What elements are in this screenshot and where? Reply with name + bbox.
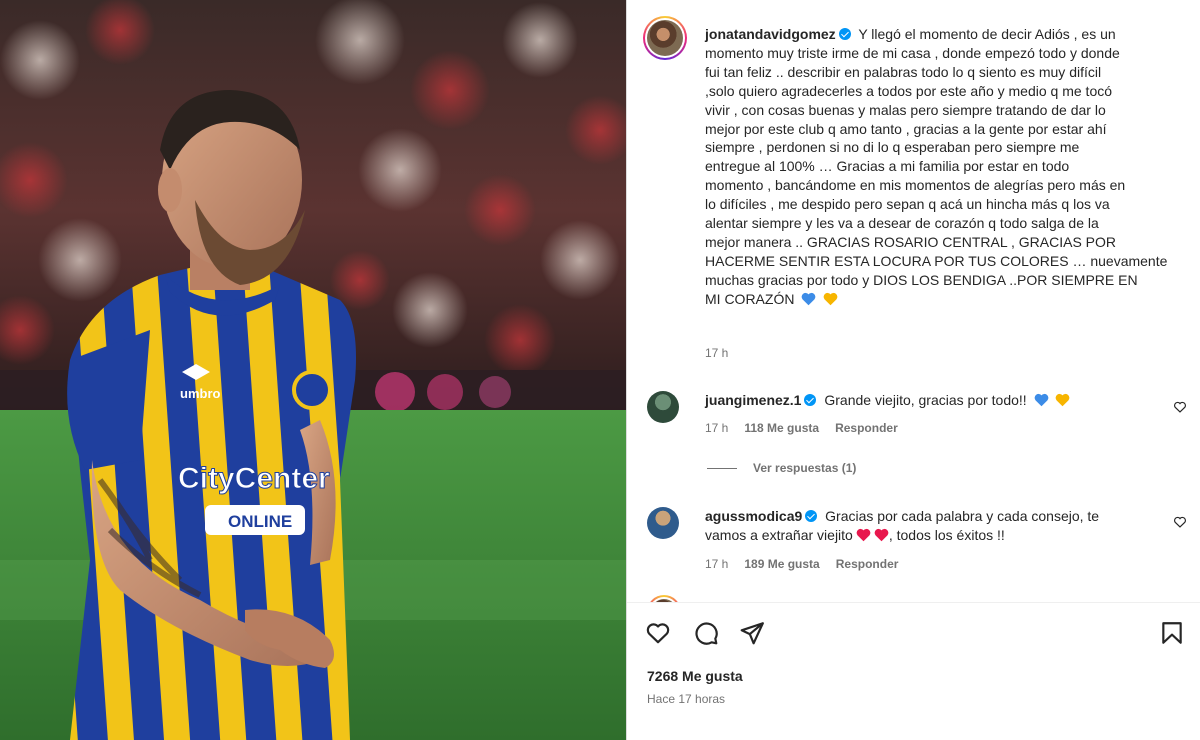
caption-line: Y llegó el momento de decir Adiós , es u… [858, 26, 1116, 42]
bookmark-icon[interactable] [1159, 620, 1185, 646]
comment-username[interactable]: agussmodica9 [705, 508, 802, 524]
comment-avatar[interactable] [647, 595, 681, 602]
yellow-heart-icon [1056, 393, 1070, 407]
yellow-heart-icon [823, 292, 838, 305]
svg-text:umbro: umbro [180, 386, 221, 401]
club-crest [292, 370, 332, 410]
comment-like-icon[interactable] [1173, 400, 1187, 414]
comment: agussmodica9 Gracias por cada palabra y … [705, 507, 1150, 545]
caption-line: mejor manera .. GRACIAS ROSARIO CENTRAL … [705, 233, 1117, 250]
comment-icon[interactable] [693, 620, 719, 646]
comment-text: vamos a extrañar viejito [705, 527, 853, 543]
player-photo: umbro CityCenter ONLINE [0, 0, 626, 740]
author-avatar[interactable] [643, 16, 687, 60]
heart-icon[interactable] [645, 620, 671, 646]
comment-avatar[interactable] [647, 507, 679, 539]
caption-timestamp[interactable]: 17 h [705, 346, 728, 360]
comment-text: , todos los éxitos !! [888, 527, 1005, 543]
post-panel: jonatandavidgomez Y llegó el momento de … [626, 0, 1200, 740]
reply-button[interactable]: Responder [835, 421, 898, 435]
caption-line: fui tan feliz .. describir en palabras t… [705, 63, 1102, 80]
comment-text: Grande viejito, gracias por todo!! [824, 392, 1027, 408]
caption-line: lo difíciles , me despido pero sepan q a… [705, 196, 1110, 213]
comment-likes[interactable]: 189 Me gusta [744, 557, 819, 571]
view-replies-button[interactable]: Ver respuestas (1) [707, 461, 856, 475]
comment-likes[interactable]: 118 Me gusta [744, 421, 819, 435]
verified-icon [805, 510, 818, 522]
share-icon[interactable] [739, 620, 765, 646]
comments-scroll-area[interactable]: jonatandavidgomez Y llegó el momento de … [627, 0, 1200, 602]
likes-count[interactable]: 7268 Me gusta [647, 668, 743, 684]
action-bar [627, 603, 1200, 663]
red-heart-icon [856, 528, 871, 542]
comment-meta: 17 h 118 Me gusta Responder [705, 421, 898, 435]
blue-heart-icon [801, 292, 816, 305]
caption-line: MI CORAZÓN [705, 290, 795, 307]
caption-line: entregue al 100% … Gracias a mi familia … [705, 158, 1070, 175]
jersey-sponsor: CityCenter [178, 462, 330, 495]
comment-username[interactable]: juangimenez.1 [705, 392, 801, 408]
caption-line: momento , bancándome en mis momentos de … [705, 177, 1126, 194]
caption-line: ,solo quiero agradecerles a todos por es… [705, 82, 1113, 99]
post-photo: umbro CityCenter ONLINE [0, 0, 626, 740]
comment-time[interactable]: 17 h [705, 421, 728, 435]
comment-like-icon[interactable] [1173, 515, 1187, 529]
caption-line: alentar siempre y les va a desear de cor… [705, 215, 1099, 232]
caption-line: siempre , perdonen si no di lo q esperab… [705, 139, 1080, 156]
red-heart-icon [874, 528, 889, 542]
post-caption: jonatandavidgomez Y llegó el momento de … [705, 25, 1175, 309]
comment-avatar[interactable] [647, 391, 679, 423]
caption-line: muchas gracias por todo y DIOS LOS BENDI… [705, 271, 1138, 288]
view-replies-label: Ver respuestas (1) [753, 461, 857, 475]
verified-icon [838, 28, 851, 40]
comment-time[interactable]: 17 h [705, 557, 728, 571]
caption-line: HACERME SENTIR ESTA LOCURA POR TUS COLOR… [705, 252, 1168, 269]
caption-line: mejor por este club q amo tanto , gracia… [705, 120, 1107, 137]
comment-meta: 17 h 189 Me gusta Responder [705, 557, 898, 571]
post-time-ago[interactable]: Hace 17 horas [647, 692, 725, 706]
comment-text: Gracias por cada palabra y cada consejo,… [825, 508, 1100, 524]
caption-line: vivir , con cosas buenas y malas pero si… [705, 101, 1106, 118]
caption-line: momento muy triste irme de mi casa , don… [705, 44, 1120, 61]
verified-icon [804, 394, 817, 406]
comment: juangimenez.1 Grande viejito, gracias po… [705, 391, 1150, 410]
blue-heart-icon [1034, 393, 1048, 407]
jersey-sponsor-sub: ONLINE [228, 512, 292, 531]
reply-button[interactable]: Responder [836, 557, 899, 571]
author-username[interactable]: jonatandavidgomez [705, 26, 836, 42]
replies-divider-line [707, 467, 737, 469]
